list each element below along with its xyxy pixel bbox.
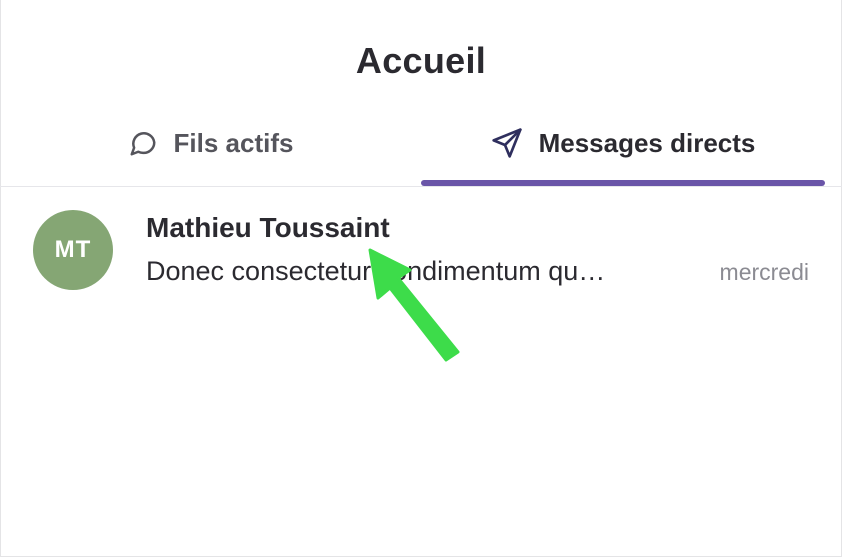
avatar: MT [33,210,113,290]
tab-bar: Fils actifs Messages directs [0,100,842,187]
paper-plane-icon [491,127,523,159]
conversation-row[interactable]: MT Mathieu Toussaint Donec consectetur c… [0,186,842,316]
page-title: Accueil [355,40,487,81]
tab-label: Fils actifs [173,127,294,158]
tab-direct-messages[interactable]: Messages directs [421,100,825,186]
tab-active-threads[interactable]: Fils actifs [0,100,421,186]
message-time: mercredi [719,259,809,285]
message-preview: Donec consectetur condimentum qu… [146,256,606,286]
chat-bubble-icon [128,128,158,158]
tab-label: Messages directs [538,127,756,158]
contact-name: Mathieu Toussaint [146,212,390,243]
